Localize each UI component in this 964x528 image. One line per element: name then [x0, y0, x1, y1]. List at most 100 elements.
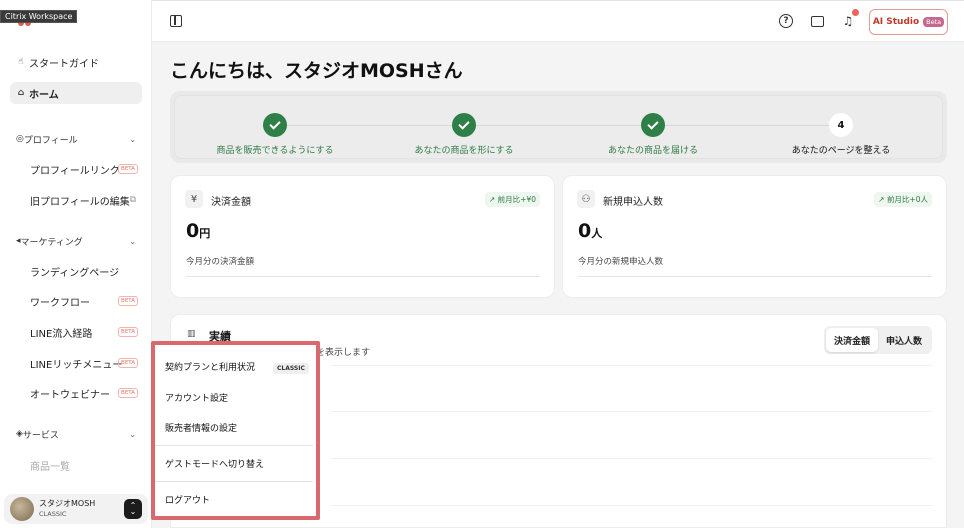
check-icon — [452, 113, 476, 137]
ai-studio-label: AI Studio — [872, 17, 920, 27]
yen-icon: ¥ — [185, 190, 203, 208]
sidebar-section-profile[interactable]: ◎ プロフィール ⌄ — [10, 129, 142, 149]
chat-icon[interactable] — [809, 13, 825, 29]
chevron-down-icon: ⌄ — [129, 236, 136, 246]
beta-badge: Beta — [923, 17, 945, 27]
top-bar: ? ♫ AI Studio Beta — [152, 0, 964, 42]
menu-item-guest-mode[interactable]: ゲストモードへ切り替え — [165, 455, 264, 471]
beta-badge: BETA — [118, 164, 138, 174]
sidebar-item-line-rich[interactable]: LINEリッチメニュー BETA — [30, 353, 140, 373]
divider — [578, 276, 932, 277]
bar-chart-icon: ▥ — [187, 329, 196, 339]
section-label: プロフィール — [23, 135, 78, 146]
sidebar-item-label: LINEリッチメニュー — [30, 359, 123, 371]
toggle-payment[interactable]: 決済金額 — [825, 328, 878, 352]
sidebar-item-webinar[interactable]: オートウェビナー BETA — [30, 383, 140, 403]
chevron-updown-icon[interactable]: ⌃ ⌄ — [124, 499, 142, 519]
sidebar-item-label: ワークフロー — [30, 297, 90, 309]
account-name: スタジオMOSH — [39, 499, 96, 508]
beta-badge: BETA — [118, 296, 138, 306]
grid-line — [331, 458, 932, 459]
metric-caption: 今月分の新規申込人数 — [578, 257, 664, 267]
step-3[interactable]: あなたの商品を届ける — [553, 96, 753, 156]
chevron-down-icon: ⌄ — [129, 134, 136, 144]
menu-divider — [155, 481, 313, 482]
sidebar-section-marketing[interactable]: ◂ マーケティング ⌄ — [10, 231, 142, 251]
home-icon: ⌂ — [17, 88, 25, 98]
box-icon: ◈ — [16, 429, 23, 439]
sidebar-item-workflow[interactable]: ワークフロー BETA — [30, 291, 140, 311]
check-icon — [263, 113, 287, 137]
sidebar-item-products[interactable]: 商品一覧 — [30, 455, 140, 475]
step-1[interactable]: 商品を販売できるようにする — [175, 96, 375, 156]
metric-caption: 今月分の決済金額 — [186, 257, 255, 267]
plan-badge: CLASSIC — [273, 363, 309, 374]
sidebar-item-start-guide[interactable]: ☝ スタートガイド — [10, 51, 142, 73]
help-icon[interactable]: ? — [779, 14, 793, 28]
step-number: 4 — [829, 113, 853, 137]
page-title: こんにちは、スタジオMOSHさん — [170, 60, 463, 82]
onboarding-steps: 商品を販売できるようにする あなたの商品を形にする あなたの商品を届ける 4 あ… — [170, 91, 947, 163]
toggle-signups[interactable]: 申込人数 — [878, 328, 930, 352]
value-number: 0 — [578, 220, 592, 242]
payment-card: ¥ 決済金額 ↗ 前月比+¥0 0円 今月分の決済金額 — [170, 175, 555, 298]
grid-line — [331, 411, 932, 412]
sidebar-item-label: 商品一覧 — [30, 461, 70, 473]
step-4[interactable]: 4 あなたのページを整える — [741, 96, 941, 156]
step-label: あなたのページを整える — [791, 146, 891, 156]
signups-card: ⚇ 新規申込人数 ↗ 前月比+0人 0人 今月分の新規申込人数 — [562, 175, 947, 298]
section-label: サービス — [22, 430, 59, 441]
hand-icon: ☝ — [18, 57, 24, 67]
metric-value: 0人 — [578, 220, 602, 242]
grid-line — [331, 505, 932, 506]
notification-dot — [852, 9, 859, 16]
sidebar-item-home[interactable]: ⌂ ホーム — [10, 82, 142, 104]
menu-item-seller-info[interactable]: 販売者情報の設定 — [165, 419, 237, 435]
account-menu: 契約プランと利用状況 CLASSIC アカウント設定 販売者情報の設定 ゲストモ… — [151, 341, 320, 520]
sidebar-item-landing[interactable]: ランディングページ — [30, 261, 140, 281]
beta-badge: BETA — [118, 388, 138, 398]
step-label: 商品を販売できるようにする — [216, 146, 334, 156]
card-description: を表示します — [316, 348, 371, 358]
menu-item-account-settings[interactable]: アカウント設定 — [165, 389, 228, 405]
metric-value: 0円 — [186, 220, 210, 242]
value-unit: 円 — [199, 227, 211, 240]
user-circle-icon: ◎ — [16, 134, 24, 144]
grid-line — [331, 365, 932, 366]
sidebar-item-line-route[interactable]: LINE流入経路 BETA — [30, 322, 140, 342]
card-title: 決済金額 — [211, 197, 251, 208]
tooltip: Citrix Workspace — [0, 10, 78, 23]
section-label: マーケティング — [20, 237, 83, 248]
trend-text: 前月比+¥0 — [497, 195, 536, 204]
menu-item-plan[interactable]: 契約プランと利用状況 — [165, 358, 255, 374]
trend-text: 前月比+0人 — [886, 195, 928, 204]
value-number: 0 — [186, 220, 200, 242]
sidebar-item-profile-link[interactable]: プロフィールリンク BETA — [30, 159, 140, 179]
sidebar-section-service[interactable]: ◈ サービス ⌄ — [10, 424, 142, 444]
menu-divider — [155, 445, 313, 446]
account-switcher[interactable]: スタジオMOSH CLASSIC ⌃ ⌄ — [4, 494, 148, 524]
value-unit: 人 — [591, 227, 603, 240]
ai-studio-button[interactable]: AI Studio Beta — [869, 9, 948, 35]
sidebar-item-label: オートウェビナー — [30, 389, 110, 401]
beta-badge: BETA — [118, 327, 138, 337]
sidebar-item-label: 旧プロフィールの編集 — [30, 196, 130, 208]
trend-badge: ↗ 前月比+0人 — [874, 192, 932, 207]
account-plan: CLASSIC — [39, 510, 67, 518]
sidebar-toggle-icon[interactable] — [170, 15, 182, 27]
chevron-down-icon: ⌄ — [129, 429, 136, 439]
sidebar: Citrix Workspace ☝ スタートガイド ⌂ ホーム ◎ プロフィー… — [0, 0, 152, 528]
step-label: あなたの商品を形にする — [414, 146, 514, 156]
step-label: あなたの商品を届ける — [607, 146, 698, 156]
users-icon: ⚇ — [577, 190, 595, 208]
sidebar-item-old-profile[interactable]: 旧プロフィールの編集 ⧉ — [30, 190, 140, 210]
external-link-icon: ⧉ — [129, 195, 136, 205]
sidebar-item-label: スタートガイド — [29, 58, 99, 70]
card-title: 新規申込人数 — [603, 197, 663, 208]
trend-badge: ↗ 前月比+¥0 — [485, 192, 540, 207]
menu-item-logout[interactable]: ログアウト — [165, 491, 210, 507]
step-2[interactable]: あなたの商品を形にする — [364, 96, 564, 156]
sidebar-item-label: ランディングページ — [30, 267, 120, 279]
sidebar-item-label: LINE流入経路 — [30, 328, 93, 340]
metric-toggle: 決済金額 申込人数 — [823, 326, 932, 354]
